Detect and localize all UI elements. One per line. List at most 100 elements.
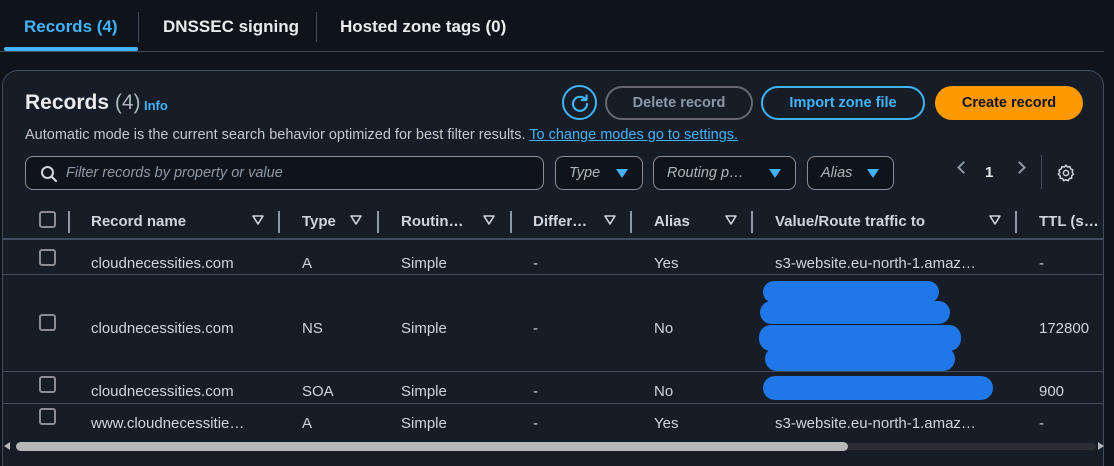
refresh-icon <box>571 93 588 112</box>
next-page-icon[interactable] <box>1013 161 1026 174</box>
type-cell: NS <box>302 320 323 337</box>
refresh-button[interactable] <box>562 85 597 120</box>
sort-icon[interactable] <box>604 215 616 225</box>
column-divider[interactable] <box>1015 211 1017 233</box>
col-routing-policy[interactable]: Routin… <box>401 213 463 230</box>
column-divider[interactable] <box>630 211 632 233</box>
tab-dnssec-signing[interactable]: DNSSEC signing <box>163 17 299 37</box>
column-divider[interactable] <box>510 211 512 233</box>
type-cell: SOA <box>302 383 334 400</box>
tab-divider <box>138 12 139 42</box>
delete-record-button[interactable]: Delete record <box>605 86 753 120</box>
sort-icon[interactable] <box>350 215 362 225</box>
scroll-left-icon[interactable] <box>4 442 10 450</box>
description-text: Automatic mode is the current search beh… <box>25 127 526 143</box>
record-name-cell: cloudnecessities.com <box>91 383 234 400</box>
info-link[interactable]: Info <box>144 98 168 113</box>
redacted-value <box>760 301 950 324</box>
ttl-cell: - <box>1039 415 1044 432</box>
row-checkbox[interactable] <box>39 376 56 393</box>
alias-cell: No <box>654 383 674 400</box>
column-divider[interactable] <box>68 211 70 233</box>
col-differentiator[interactable]: Differ… <box>533 213 587 230</box>
table-row: cloudnecessities.com SOA Simple - No 900 <box>3 372 1103 404</box>
routing-cell: Simple <box>401 320 447 337</box>
alias-filter-label: Alias <box>821 165 853 181</box>
routing-cell: Simple <box>401 415 447 432</box>
search-mode-description: Automatic mode is the current search beh… <box>25 127 738 143</box>
routing-cell: Simple <box>401 255 447 272</box>
select-all-checkbox[interactable] <box>39 211 56 228</box>
type-filter-select[interactable]: Type <box>555 156 643 190</box>
ttl-cell: 172800 <box>1039 320 1090 337</box>
sort-icon[interactable] <box>483 215 495 225</box>
differentiator-cell: - <box>533 383 538 400</box>
ttl-cell: - <box>1039 255 1044 272</box>
import-zone-file-button[interactable]: Import zone file <box>761 86 925 120</box>
search-placeholder: Filter records by property or value <box>66 165 283 181</box>
search-input[interactable]: Filter records by property or value <box>25 156 544 190</box>
settings-link[interactable]: To change modes go to settings. <box>529 127 738 143</box>
scroll-thumb[interactable] <box>16 442 848 451</box>
value-cell: s3-website.eu-north-1.amaz… <box>775 255 976 272</box>
divider <box>1041 155 1042 189</box>
row-checkbox[interactable] <box>39 314 56 331</box>
caret-down-icon <box>616 169 628 178</box>
type-cell: A <box>302 255 313 272</box>
scroll-right-icon[interactable] <box>1098 442 1104 450</box>
record-name-cell: www.cloudnecessitie… <box>91 415 245 432</box>
col-alias[interactable]: Alias <box>654 213 690 230</box>
column-divider[interactable] <box>278 211 280 233</box>
redacted-value <box>763 376 993 400</box>
ttl-cell: 900 <box>1039 383 1065 400</box>
record-name-cell: cloudnecessities.com <box>91 255 234 272</box>
redacted-value <box>763 281 939 303</box>
search-icon <box>41 166 58 183</box>
col-ttl[interactable]: TTL (s… <box>1039 213 1099 230</box>
redacted-value <box>765 347 955 371</box>
table-header: Record name Type Routin… Differ… Alias V… <box>3 201 1103 240</box>
current-page[interactable]: 1 <box>985 164 993 181</box>
sort-icon[interactable] <box>725 215 737 225</box>
alias-cell: No <box>654 320 674 337</box>
caret-down-icon <box>867 169 879 178</box>
column-divider[interactable] <box>377 211 379 233</box>
col-record-name[interactable]: Record name <box>91 213 186 230</box>
record-count: (4) <box>114 91 141 114</box>
sort-icon[interactable] <box>989 215 1001 225</box>
tab-bar: Records (4) DNSSEC signing Hosted zone t… <box>0 0 1104 52</box>
routing-cell: Simple <box>401 383 447 400</box>
tab-divider <box>316 12 317 42</box>
caret-down-icon <box>769 169 781 178</box>
row-checkbox[interactable] <box>39 408 56 425</box>
gear-icon[interactable] <box>1057 164 1075 182</box>
col-type[interactable]: Type <box>302 213 336 230</box>
table-row: cloudnecessities.com NS Simple - No 1728… <box>3 275 1103 372</box>
table-row: cloudnecessities.com A Simple - Yes s3-w… <box>3 242 1103 275</box>
tab-records[interactable]: Records (4) <box>24 17 118 37</box>
tab-hosted-zone-tags[interactable]: Hosted zone tags (0) <box>340 17 506 37</box>
horizontal-scrollbar[interactable] <box>4 439 1104 453</box>
active-tab-indicator <box>4 47 138 51</box>
differentiator-cell: - <box>533 415 538 432</box>
previous-page-icon[interactable] <box>957 161 970 174</box>
title-text: Records <box>25 91 110 114</box>
table-row: www.cloudnecessitie… A Simple - Yes s3-w… <box>3 404 1103 436</box>
col-value[interactable]: Value/Route traffic to <box>775 213 925 230</box>
value-cell: s3-website.eu-north-1.amaz… <box>775 415 976 432</box>
differentiator-cell: - <box>533 320 538 337</box>
alias-cell: Yes <box>654 415 679 432</box>
type-filter-label: Type <box>569 165 601 181</box>
routing-filter-select[interactable]: Routing p… <box>653 156 796 190</box>
column-divider[interactable] <box>751 211 753 233</box>
alias-filter-select[interactable]: Alias <box>807 156 894 190</box>
create-record-button[interactable]: Create record <box>935 86 1083 120</box>
differentiator-cell: - <box>533 255 538 272</box>
records-panel: Records (4) Info Automatic mode is the c… <box>2 70 1104 466</box>
alias-cell: Yes <box>654 255 679 272</box>
type-cell: A <box>302 415 313 432</box>
row-checkbox[interactable] <box>39 249 56 266</box>
sort-icon[interactable] <box>252 215 264 225</box>
record-name-cell: cloudnecessities.com <box>91 320 234 337</box>
routing-filter-label: Routing p… <box>667 165 744 181</box>
